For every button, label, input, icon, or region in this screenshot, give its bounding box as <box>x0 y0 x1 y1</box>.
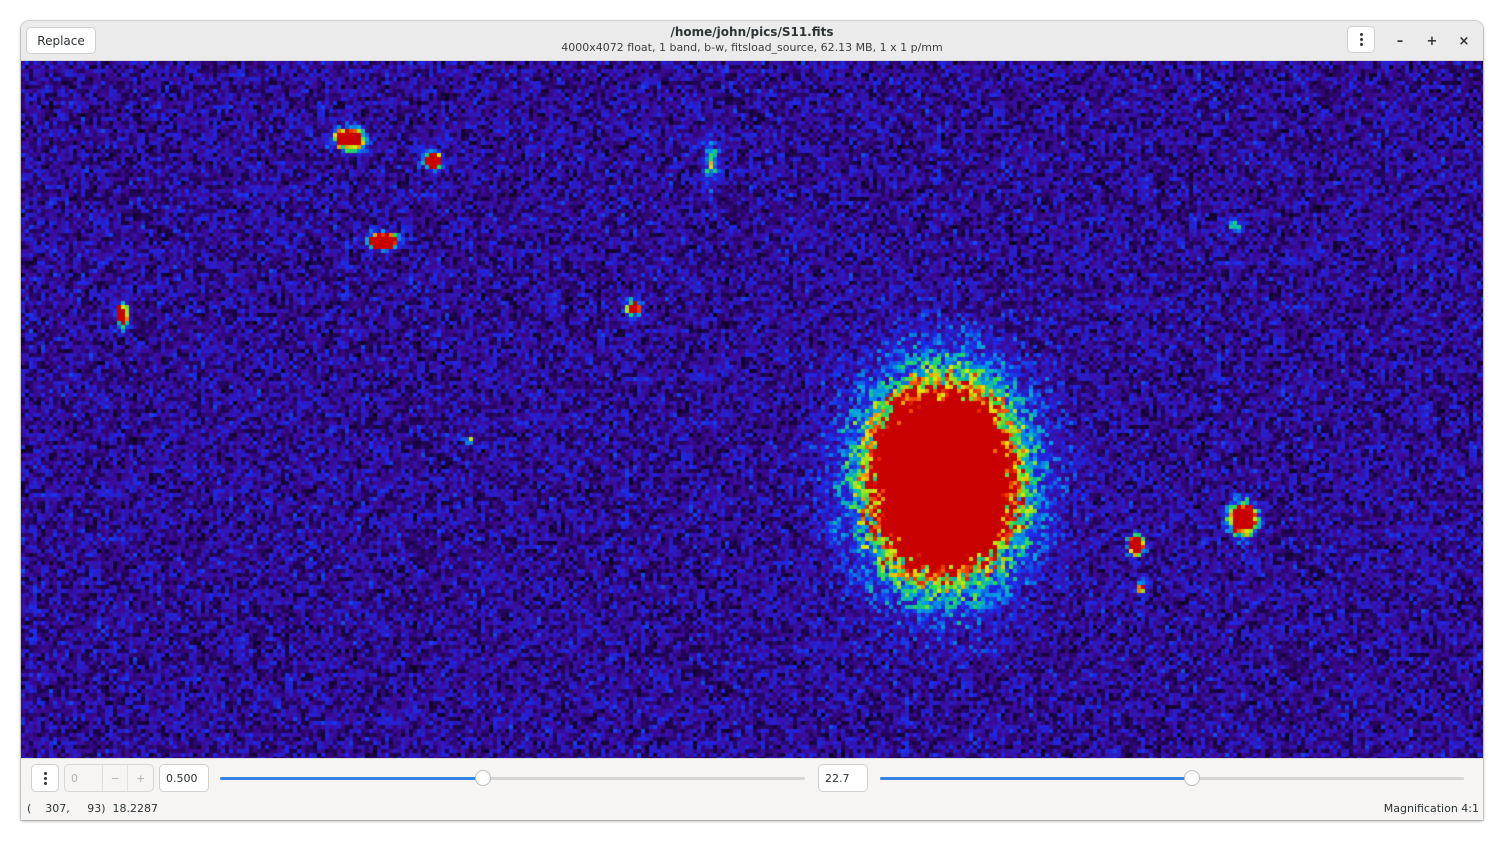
window-title: /home/john/pics/S11.fits <box>670 25 834 39</box>
page-value[interactable]: 0 <box>65 772 102 785</box>
magnification-label: Magnification 4:1 <box>1383 802 1479 815</box>
image-info: 4000x4072 float, 1 band, b-w, fitsload_s… <box>561 41 943 54</box>
title-block: /home/john/pics/S11.fits 4000x4072 float… <box>321 25 1183 55</box>
kebab-menu-icon <box>1359 33 1363 46</box>
controls-menu-button[interactable] <box>31 764 59 792</box>
offset-slider-handle[interactable] <box>1184 770 1201 786</box>
status-bar: ( 307, 93) 18.2287 Magnification 4:1 <box>21 797 1483 820</box>
astronomical-image[interactable] <box>21 61 1483 758</box>
scale-slider-fill <box>220 777 484 780</box>
scale-input[interactable]: 0.500 <box>159 764 209 792</box>
scale-slider-handle[interactable] <box>475 770 492 786</box>
minimize-button[interactable]: – <box>1389 30 1411 52</box>
close-button[interactable]: × <box>1453 30 1475 52</box>
scale-slider[interactable] <box>220 770 805 786</box>
offset-input[interactable]: 22.7 <box>818 764 868 792</box>
offset-slider[interactable] <box>880 770 1464 786</box>
page-decrement-button[interactable]: − <box>101 765 128 791</box>
image-window: Replace /home/john/pics/S11.fits 4000x40… <box>21 21 1483 820</box>
pixel-coordinates: ( 307, 93) 18.2287 <box>27 802 159 815</box>
display-controls: 0 − + 0.500 22.7 <box>21 758 1483 797</box>
maximize-button[interactable]: + <box>1421 30 1443 52</box>
kebab-menu-icon <box>43 771 47 785</box>
header-bar: Replace /home/john/pics/S11.fits 4000x40… <box>21 21 1483 61</box>
replace-button[interactable]: Replace <box>26 27 96 54</box>
image-viewer[interactable] <box>21 61 1483 758</box>
header-menu-button[interactable] <box>1347 26 1375 53</box>
page-increment-button[interactable]: + <box>127 765 153 791</box>
offset-slider-fill <box>880 777 1193 780</box>
page-spinner[interactable]: 0 − + <box>64 764 154 792</box>
